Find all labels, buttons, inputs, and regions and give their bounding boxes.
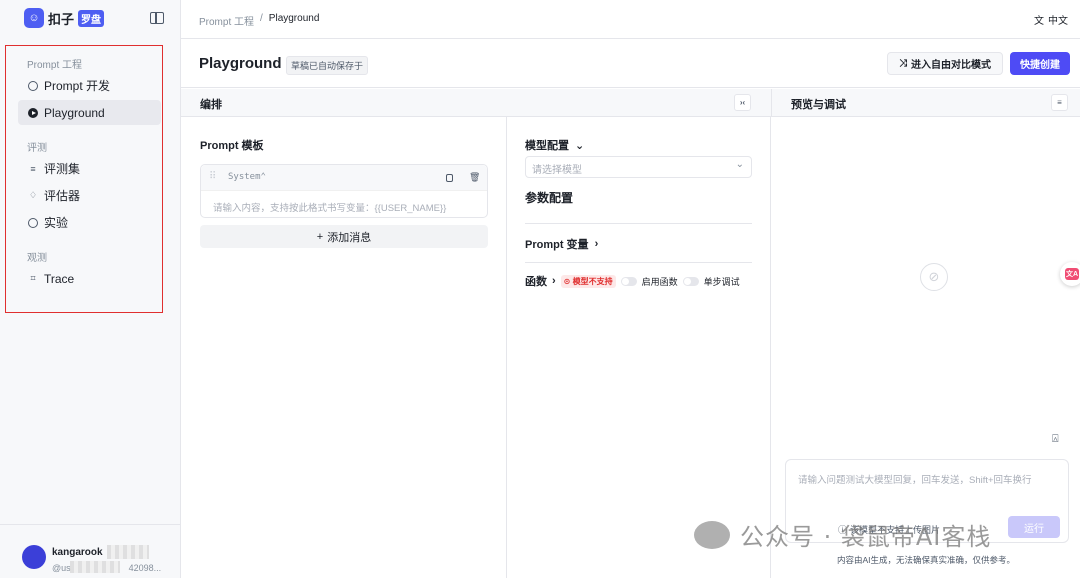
step-debug-label: 单步调试 <box>703 276 740 287</box>
prompt-variables-toggle[interactable]: Prompt 变量 › <box>525 236 598 252</box>
redaction-mask <box>70 561 120 573</box>
page-header: Playground 草稿已自动保存于 ⤨ 进入自由对比模式 快捷创建 <box>181 40 1080 88</box>
user-name: kangarook <box>52 547 103 558</box>
wechat-icon <box>694 520 730 549</box>
divider <box>525 223 752 224</box>
compass-icon: ⊘ <box>920 263 948 291</box>
logo[interactable]: ☺ 扣子 罗盘 <box>24 8 105 28</box>
panel-menu-icon[interactable]: ≡ <box>1051 94 1068 111</box>
model-config-label: 模型配置 <box>525 140 569 152</box>
breadcrumb-current: Playground <box>268 13 320 24</box>
delete-icon[interactable]: 🗑 <box>469 172 480 182</box>
chevron-down-icon: ⌄ <box>575 139 585 152</box>
model-select-placeholder: 请选择模型 <box>532 165 582 176</box>
sidebar-item-label: Prompt 开发 <box>44 79 111 93</box>
sidebar-toggle-icon[interactable] <box>150 12 164 24</box>
translate-icon: 文A <box>1064 268 1080 280</box>
nav-section-title: Prompt 工程 <box>27 60 83 71</box>
nav-section-title: 评测 <box>27 143 47 154</box>
sidebar-item-label: 评测集 <box>44 162 81 176</box>
play-icon <box>28 107 38 118</box>
sidebar: ☺ 扣子 罗盘 Prompt 工程 Prompt 开发 Playground 评… <box>0 0 181 578</box>
enable-functions-toggle[interactable] <box>620 276 637 286</box>
compare-icon: ⤨ <box>899 58 907 69</box>
brand-name: 扣子 <box>48 11 75 27</box>
brand-badge: 罗盘 <box>78 9 105 27</box>
param-config-title: 参数配置 <box>525 191 574 205</box>
breadcrumb-separator: / <box>260 13 263 24</box>
step-debug-toggle[interactable] <box>682 276 699 286</box>
not-supported-badge: ⊙ 模型不支持 <box>560 274 616 288</box>
prompt-variables-label: Prompt 变量 <box>525 239 589 251</box>
chevron-right-icon: › <box>594 238 599 250</box>
bulb-icon: ♢ <box>28 190 38 200</box>
logo-icon: ☺ <box>24 8 44 28</box>
preview-panel-title: 预览与调试 <box>791 99 846 111</box>
model-config-toggle[interactable]: 模型配置 ⌄ <box>525 137 584 153</box>
sidebar-item-evaluator[interactable]: ♢ 评估器 <box>18 183 161 208</box>
message-card-header: ⠿ System⌃ 🗑 <box>201 165 487 191</box>
copy-icon[interactable] <box>446 174 453 182</box>
sidebar-item-experiment[interactable]: 实验 <box>18 210 161 235</box>
avatar <box>22 545 46 569</box>
prompt-template-title: Prompt 模板 <box>200 140 264 152</box>
nav-section-title: 观测 <box>27 253 47 264</box>
page-title: Playground <box>199 55 282 72</box>
top-bar: Prompt 工程 / Playground 文 中文 <box>181 0 1080 39</box>
gauge-icon <box>28 217 38 228</box>
sidebar-item-label: Trace <box>44 271 75 286</box>
language-switch[interactable]: 文 中文 <box>1034 12 1068 27</box>
sidebar-item-label: 评估器 <box>44 189 81 203</box>
watermark: 公众号 · 袋鼠帝AI客栈 <box>694 517 991 552</box>
robot-icon[interactable]: ⍓ <box>1052 433 1059 446</box>
chat-input-placeholder: 请输入问题测试大模型回复，回车发送，Shift+回车换行 <box>798 475 1032 486</box>
prompt-template-column: Prompt 模板 ⠿ System⌃ 🗑 请输入内容，支持按此格式书写变量：{… <box>181 117 507 578</box>
send-button[interactable]: 运行 <box>1008 516 1060 538</box>
preview-column: ⊘ ⍓ 请输入问题测试大模型回复，回车发送，Shift+回车换行 ⓘ 该模型不支… <box>772 117 1080 578</box>
chevron-down-icon: ⌄ <box>735 159 744 170</box>
compare-mode-label: 进入自由对比模式 <box>911 60 991 71</box>
breadcrumb-parent[interactable]: Prompt 工程 <box>199 13 254 28</box>
functions-row: 函数 › ⊙ 模型不支持 启用函数 单步调试 <box>525 273 740 289</box>
config-column: 模型配置 ⌄ 请选择模型 ⌄ 参数配置 Prompt 变量 › 函数 › ⊙ 模… <box>507 117 771 578</box>
model-select[interactable]: 请选择模型 ⌄ <box>525 156 752 178</box>
sidebar-item-prompt-dev[interactable]: Prompt 开发 <box>18 73 161 98</box>
sidebar-item-label: Playground <box>44 105 105 120</box>
preview-panel-header: 预览与调试 ≡ <box>772 89 1080 117</box>
sidebar-item-label: 实验 <box>44 216 69 230</box>
language-label: 中文 <box>1048 16 1068 27</box>
plus-icon: + <box>316 230 324 243</box>
enable-functions-label: 启用函数 <box>641 276 678 287</box>
trace-icon: ⌗ <box>30 273 36 283</box>
prompt-icon <box>28 80 38 91</box>
role-select[interactable]: System⌃ <box>228 172 266 182</box>
redaction-mask <box>107 545 149 559</box>
functions-label[interactable]: 函数 <box>525 273 547 289</box>
drag-handle-icon[interactable]: ⠿ <box>209 171 216 182</box>
user-profile[interactable]: kangarook @us 42098... <box>0 524 181 578</box>
watermark-text: 公众号 · 袋鼠帝AI客栈 <box>740 523 992 551</box>
divider <box>525 262 752 263</box>
message-card: ⠿ System⌃ 🗑 请输入内容，支持按此格式书写变量：{{USER_NAME… <box>200 164 488 218</box>
sidebar-item-playground[interactable]: Playground <box>18 100 161 125</box>
draft-status-badge: 草稿已自动保存于 <box>286 56 369 75</box>
collapse-panel-icon[interactable]: ›‹ <box>734 94 751 111</box>
ai-disclaimer: 内容由AI生成，无法确保真实准确，仅供参考。 <box>836 555 1016 565</box>
edit-panel-header: 编排 ›‹ <box>181 89 772 117</box>
edit-panel-title: 编排 <box>200 99 222 111</box>
sidebar-item-eval-set[interactable]: ≡ 评测集 <box>18 156 161 181</box>
quick-create-button[interactable]: 快捷创建 <box>1010 52 1070 75</box>
compare-mode-button[interactable]: ⤨ 进入自由对比模式 <box>887 52 1003 75</box>
add-message-button[interactable]: + 添加消息 <box>200 225 488 248</box>
message-input[interactable]: 请输入内容，支持按此格式书写变量：{{USER_NAME}} <box>213 200 446 214</box>
chevron-right-icon[interactable]: › <box>552 275 556 287</box>
database-icon: ≡ <box>30 163 36 174</box>
translate-icon: 文 <box>1034 16 1044 27</box>
sidebar-item-trace[interactable]: ⌗ Trace <box>18 266 161 291</box>
translate-float-button[interactable]: 文A <box>1060 262 1080 286</box>
breadcrumb: Prompt 工程 / Playground <box>199 13 319 28</box>
add-message-label: 添加消息 <box>327 231 372 244</box>
